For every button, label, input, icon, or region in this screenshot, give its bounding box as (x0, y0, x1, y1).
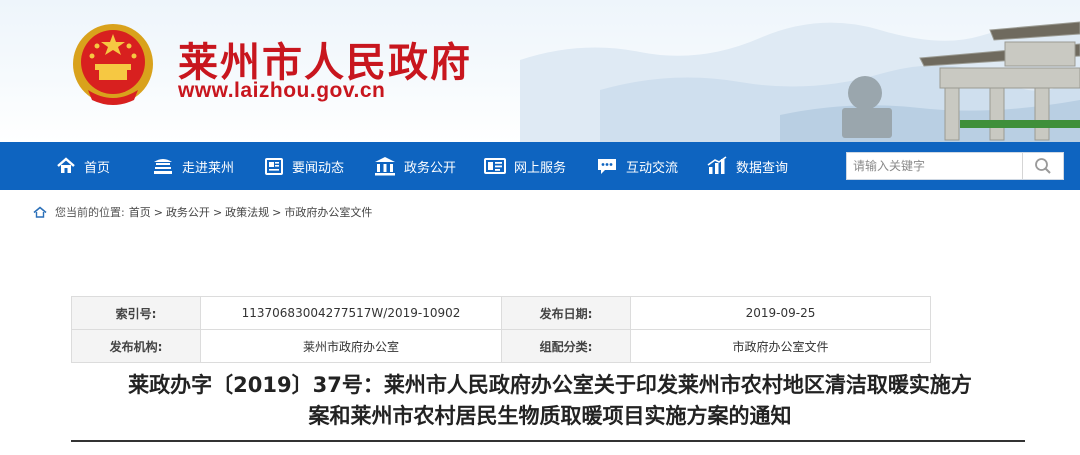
breadcrumb-separator: > (153, 205, 163, 219)
index-label: 索引号: (71, 296, 201, 330)
landmark-icon (154, 159, 172, 174)
document-title: 莱政办字〔2019〕37号：莱州市人民政府办公室关于印发莱州市农村地区清洁取暖实… (60, 370, 1040, 432)
nav-item-about[interactable]: 走进莱州 (152, 142, 234, 190)
category-label: 组配分类: (501, 329, 631, 363)
breadcrumb-link-policy[interactable]: 政策法规 (225, 204, 269, 220)
chat-bubble-icon (598, 159, 616, 174)
nav-label-news: 要闻动态 (292, 160, 345, 176)
breadcrumb-link-home[interactable]: 首页 (129, 204, 151, 220)
breadcrumb-link-gov-affairs[interactable]: 政务公开 (166, 204, 210, 220)
scenery-illustration (520, 21, 1080, 142)
search-input[interactable] (847, 153, 1033, 179)
search-button[interactable] (1022, 153, 1063, 179)
index-value: 11370683004277517W/2019-10902 (200, 296, 502, 330)
breadcrumb: 您当前的位置: 首页 > 政务公开 > 政策法规 > 市政府办公室文件 (33, 203, 372, 221)
breadcrumb-separator: > (272, 205, 282, 219)
nav-item-online-service[interactable]: 网上服务 (484, 142, 566, 190)
bar-chart-icon (707, 156, 727, 174)
document-title-line-1: 莱政办字〔2019〕37号：莱州市人民政府办公室关于印发莱州市农村地区清洁取暖实… (128, 373, 972, 397)
table-row: 索引号: 11370683004277517W/2019-10902 发布日期:… (71, 296, 931, 330)
government-building-icon (375, 157, 395, 176)
national-emblem-icon (73, 24, 153, 105)
document-title-line-2: 案和莱州市农村居民生物质取暖项目实施方案的通知 (308, 404, 792, 428)
publish-date-label: 发布日期: (501, 296, 631, 330)
nav-label-home: 首页 (84, 160, 111, 176)
document-info-table: 索引号: 11370683004277517W/2019-10902 发布日期:… (71, 296, 931, 363)
nav-item-data-query[interactable]: 数据查询 (706, 142, 788, 190)
search-box (846, 152, 1064, 180)
category-value: 市政府办公室文件 (630, 329, 931, 363)
header-banner: 莱州市人民政府 www.laizhou.gov.cn (0, 0, 1080, 142)
search-icon (1035, 158, 1051, 174)
online-service-icon (484, 158, 506, 174)
breadcrumb-separator: > (212, 205, 223, 219)
home-icon (33, 206, 47, 218)
nav-label-online-service: 网上服务 (514, 160, 567, 176)
nav-item-home[interactable]: 首页 (56, 142, 110, 190)
nav-label-about: 走进莱州 (182, 160, 235, 176)
nav-label-interaction: 互动交流 (626, 160, 679, 176)
site-url[interactable]: www.laizhou.gov.cn (178, 79, 385, 103)
newspaper-icon (265, 158, 283, 175)
title-divider (71, 440, 1025, 442)
breadcrumb-prefix: 您当前的位置: (55, 206, 125, 219)
nav-label-data-query: 数据查询 (736, 160, 789, 176)
table-row: 发布机构: 莱州市政府办公室 组配分类: 市政府办公室文件 (71, 329, 931, 363)
publisher-label: 发布机构: (71, 329, 201, 363)
nav-item-news[interactable]: 要闻动态 (264, 142, 344, 190)
publish-date-value: 2019-09-25 (630, 296, 931, 330)
nav-item-interaction[interactable]: 互动交流 (596, 142, 678, 190)
nav-label-gov-affairs: 政务公开 (404, 160, 457, 176)
breadcrumb-link-office-docs[interactable]: 市政府办公室文件 (284, 204, 372, 220)
nav-item-gov-affairs[interactable]: 政务公开 (374, 142, 456, 190)
publisher-value: 莱州市政府办公室 (200, 329, 502, 363)
home-icon (57, 157, 75, 173)
